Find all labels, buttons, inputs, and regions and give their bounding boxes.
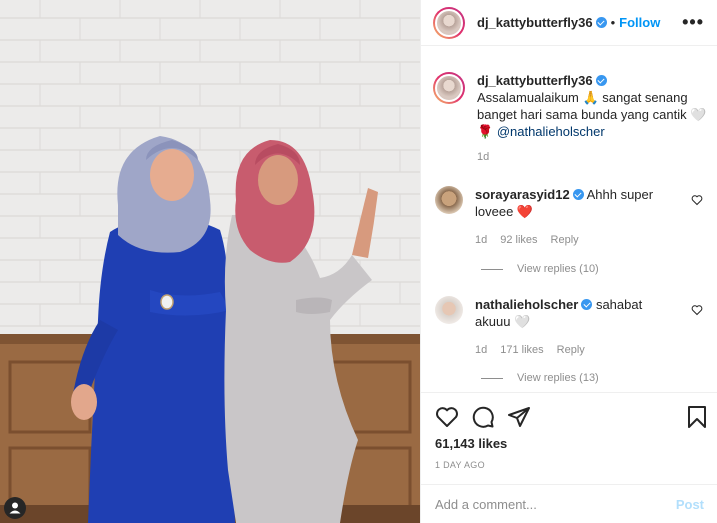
comment-item: sorayarasyid12 Ahhh super loveee ❤️ 1d 9… [435, 186, 715, 249]
verified-icon [581, 299, 593, 310]
verified-icon [595, 75, 607, 86]
comment-username[interactable]: sorayarasyid12 [475, 187, 570, 202]
username-link[interactable]: dj_kattybutterfly36 [477, 15, 593, 30]
post-header: dj_kattybutterfly36 • Follow ••• [421, 0, 717, 46]
view-replies-button[interactable]: View replies (13) [481, 372, 599, 384]
view-replies-label[interactable]: View replies (13) [517, 372, 599, 384]
likes-count[interactable]: 61,143 likes [435, 436, 507, 451]
add-comment-bar: Post [421, 484, 717, 523]
action-bar [421, 392, 717, 442]
comment-icon[interactable] [471, 405, 495, 429]
more-icon[interactable]: ••• [682, 13, 704, 31]
post-photo[interactable] [0, 0, 420, 523]
verified-icon [595, 17, 607, 28]
avatar[interactable] [433, 6, 465, 39]
user-tag-icon[interactable] [4, 497, 26, 519]
view-replies-button[interactable]: View replies (10) [481, 263, 599, 275]
bookmark-icon[interactable] [685, 405, 709, 429]
comment-input[interactable] [435, 496, 676, 512]
heart-icon[interactable] [435, 405, 459, 429]
follow-button[interactable]: Follow [619, 15, 660, 30]
post-image [0, 0, 420, 523]
comment-likes[interactable]: 171 likes [500, 342, 543, 359]
comment-meta: 1d 92 likes Reply [475, 232, 675, 249]
caption: dj_kattybutterfly36 Assalamualaikum 🙏 sa… [433, 72, 713, 166]
reply-button[interactable]: Reply [551, 232, 579, 249]
caption-avatar[interactable] [433, 72, 465, 104]
reply-button[interactable]: Reply [557, 342, 585, 359]
heart-icon[interactable] [691, 194, 703, 206]
caption-time[interactable]: 1d [477, 149, 709, 166]
comment-likes[interactable]: 92 likes [500, 232, 537, 249]
header-username[interactable]: dj_kattybutterfly36 [477, 15, 607, 30]
comment-avatar[interactable] [435, 186, 463, 214]
post-panel: dj_kattybutterfly36 • Follow ••• dj_katt… [420, 0, 717, 523]
comment-time[interactable]: 1d [475, 232, 487, 249]
replies-line [481, 377, 503, 379]
comment-username[interactable]: nathalieholscher [475, 297, 578, 312]
post-date[interactable]: 1 DAY AGO [435, 460, 485, 470]
share-icon[interactable] [507, 405, 531, 429]
verified-icon [572, 189, 584, 200]
comment-meta: 1d 171 likes Reply [475, 342, 675, 359]
replies-line [481, 268, 503, 270]
comment-avatar[interactable] [435, 296, 463, 324]
post-button[interactable]: Post [676, 497, 704, 512]
caption-mention[interactable]: @nathalieholscher [497, 124, 605, 139]
separator-dot: • [610, 15, 616, 30]
comment-item: nathalieholscher sahabat akuuu 🤍 1d 171 … [435, 296, 715, 359]
caption-username[interactable]: dj_kattybutterfly36 [477, 73, 593, 88]
heart-icon[interactable] [691, 304, 703, 316]
view-replies-label[interactable]: View replies (10) [517, 263, 599, 275]
comment-time[interactable]: 1d [475, 342, 487, 359]
